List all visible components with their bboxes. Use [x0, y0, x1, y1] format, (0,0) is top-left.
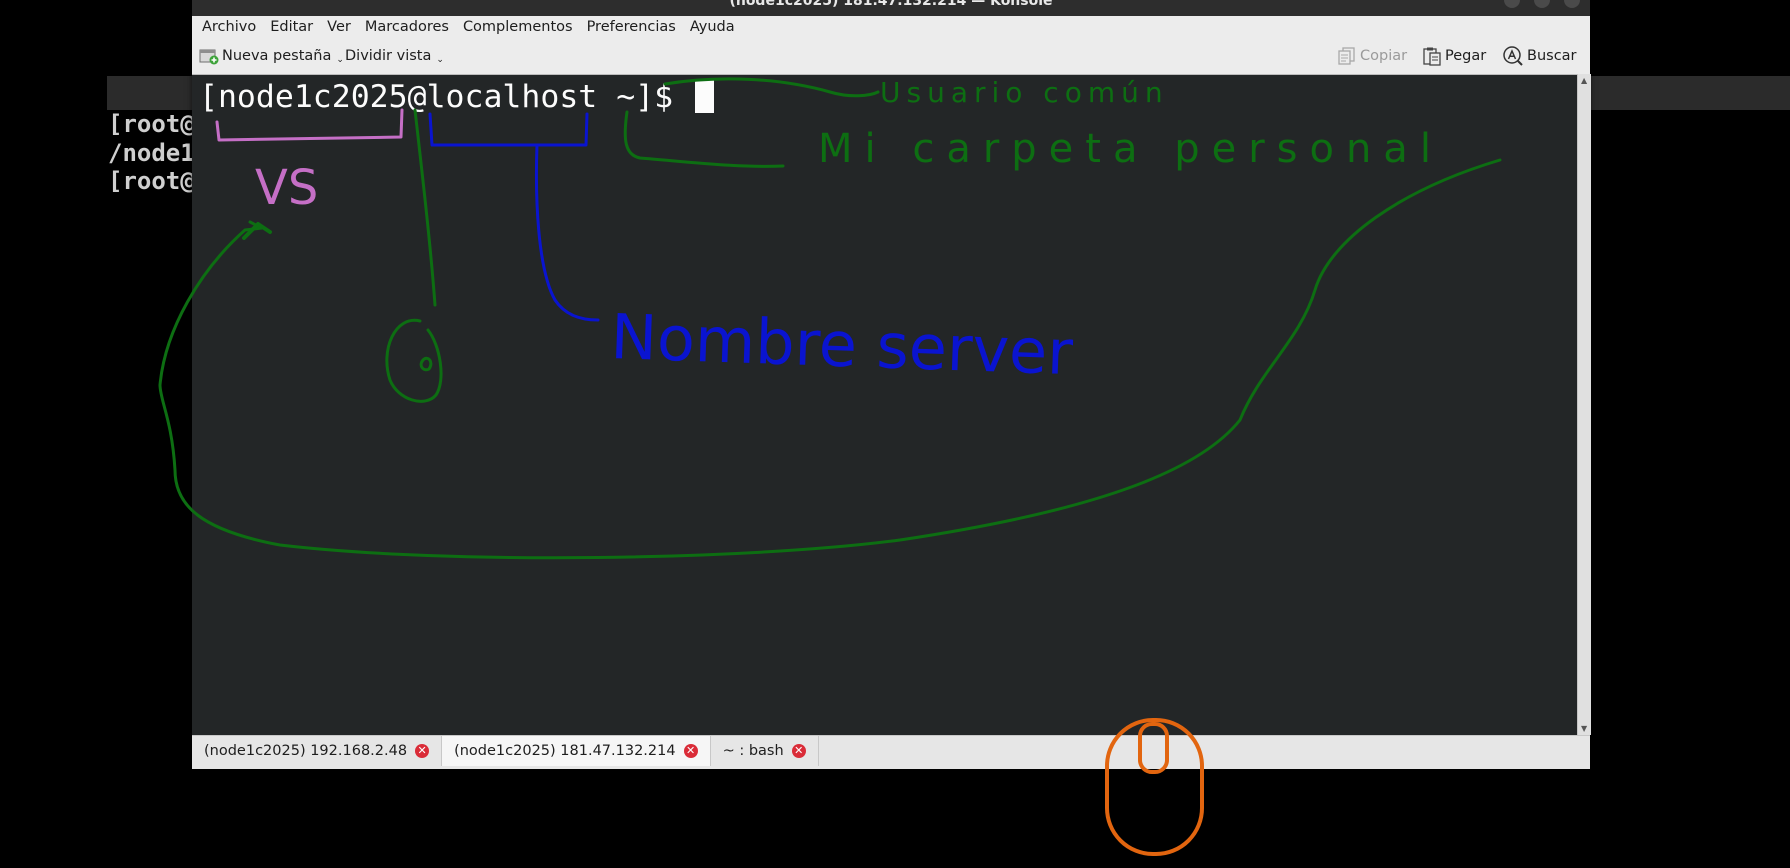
scroll-down-arrow-icon[interactable]: ▼: [1581, 724, 1587, 733]
tab-session-2[interactable]: (node1c2025) 181.47.132.214 ✕: [442, 736, 711, 766]
menu-complementos[interactable]: Complementos: [456, 19, 580, 35]
search-icon: [1502, 45, 1524, 67]
menu-ver[interactable]: Ver: [320, 19, 358, 35]
copy-label: Copiar: [1360, 48, 1408, 64]
close-tab-icon[interactable]: ✕: [683, 744, 698, 758]
bg-line: [root@: [108, 167, 195, 195]
split-view-label: Dividir vista: [345, 48, 432, 64]
bg-line: /node1: [108, 138, 195, 167]
terminal-view[interactable]: [node1c2025@localhost ~]$: [192, 74, 1577, 736]
bg-line: [root@: [108, 110, 195, 138]
prompt-text: [node1c2025@localhost ~]$: [199, 79, 693, 115]
copy-button[interactable]: Copiar: [1337, 45, 1407, 67]
paste-button[interactable]: Pegar: [1422, 45, 1486, 67]
split-view-button[interactable]: Dividir vista ⌄: [345, 45, 444, 67]
menu-editar[interactable]: Editar: [263, 19, 320, 35]
close-tab-icon[interactable]: ✕: [791, 744, 806, 758]
tab-label: (node1c2025) 181.47.132.214: [454, 743, 676, 759]
minimize-button[interactable]: [1504, 0, 1520, 8]
konsole-window: (node1c2025) 181.47.132.214 — Konsole Ar…: [192, 0, 1591, 769]
paste-icon: [1422, 46, 1442, 66]
menu-preferencias[interactable]: Preferencias: [580, 19, 683, 35]
new-tab-label: Nueva pestaña: [222, 48, 332, 64]
tab-session-3[interactable]: ~ : bash ✕: [711, 736, 819, 766]
tab-bar: (node1c2025) 192.168.2.48 ✕ (node1c2025)…: [192, 735, 1590, 769]
new-tab-icon: [199, 47, 219, 65]
maximize-button[interactable]: [1534, 0, 1550, 8]
terminal-prompt: [node1c2025@localhost ~]$: [199, 77, 715, 117]
new-tab-button[interactable]: Nueva pestaña ⌄: [199, 45, 344, 67]
menubar: Archivo Editar Ver Marcadores Complement…: [192, 16, 1590, 38]
tab-label: (node1c2025) 192.168.2.48: [204, 743, 408, 759]
close-window-button[interactable]: [1564, 0, 1580, 8]
window-titlebar[interactable]: (node1c2025) 181.47.132.214 — Konsole: [192, 0, 1590, 16]
chevron-down-icon[interactable]: ⌄: [336, 55, 344, 65]
toolbar: Nueva pestaña ⌄ Dividir vista ⌄ Copiar P…: [192, 38, 1590, 74]
terminal-cursor: [695, 79, 715, 113]
scroll-up-arrow-icon[interactable]: ▲: [1581, 76, 1587, 85]
window-title: (node1c2025) 181.47.132.214 — Konsole: [729, 0, 1053, 9]
menu-ayuda[interactable]: Ayuda: [683, 19, 742, 35]
chevron-down-icon[interactable]: ⌄: [436, 55, 444, 65]
close-tab-icon[interactable]: ✕: [415, 744, 430, 758]
search-label: Buscar: [1527, 48, 1577, 64]
tab-session-1[interactable]: (node1c2025) 192.168.2.48 ✕: [192, 736, 443, 766]
background-console-text: [root@/node1 [root@: [108, 110, 195, 196]
copy-icon: [1337, 46, 1357, 66]
terminal-scrollbar[interactable]: ▲ ▼: [1577, 74, 1591, 735]
menu-archivo[interactable]: Archivo: [192, 19, 263, 35]
paste-label: Pegar: [1445, 48, 1487, 64]
search-button[interactable]: Buscar: [1502, 45, 1577, 67]
menu-marcadores[interactable]: Marcadores: [358, 19, 456, 35]
tab-label: ~ : bash: [722, 743, 784, 759]
